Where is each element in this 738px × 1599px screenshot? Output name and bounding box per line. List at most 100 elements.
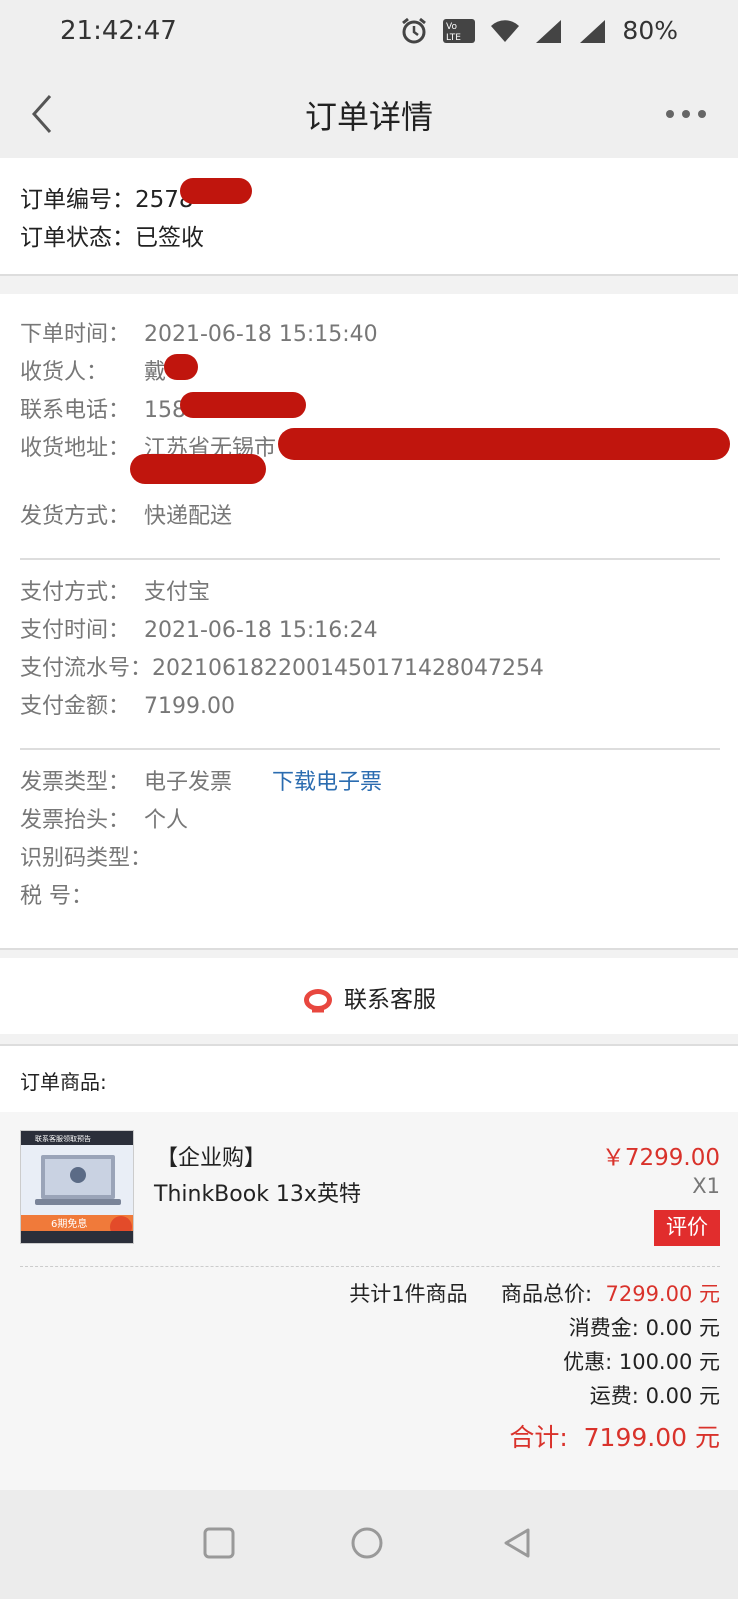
square-nav-icon[interactable] [202, 1526, 236, 1560]
pay-serial-label: 支付流水号： [20, 656, 153, 681]
headset-icon [304, 988, 332, 1012]
nav-bar: 订单详情 [0, 70, 738, 158]
battery-level: 80% [622, 16, 678, 45]
grand-total-value: 7199.00 元 [583, 1423, 720, 1452]
divider [0, 948, 738, 950]
pay-amount-row: 支付金额： 7199.00 [20, 688, 235, 720]
triangle-nav-icon[interactable] [500, 1526, 534, 1560]
pay-method-value: 支付宝 [144, 580, 211, 605]
order-detail-card: 下单时间： 2021-06-18 15:15:40 收货人：戴 联系电话： 158 … [0, 294, 738, 948]
invoice-type-row: 发票类型： 电子发票 [20, 764, 232, 796]
order-header-card: 订单编号：2578 订单状态：已签收 [0, 158, 738, 274]
signal-g-icon [580, 19, 606, 43]
product-quantity: X1 [692, 1174, 720, 1198]
goods-total-row: 共计1件商品 商品总价: 7299.00 元 [349, 1278, 720, 1308]
status-time: 21:42:47 [60, 16, 177, 46]
pay-serial-value: 2021061822001450171428047254 [152, 656, 544, 681]
pay-time-label: 支付时间： [20, 618, 131, 643]
system-nav-bar [0, 1490, 738, 1599]
product-thumbnail[interactable]: 联系客服领取预告 6期免息 [20, 1130, 134, 1244]
receiver-label: 收货人： [20, 360, 109, 385]
divider [20, 558, 720, 560]
dashed-divider [20, 1266, 720, 1267]
redaction-mark [278, 428, 730, 460]
invoice-type-label: 发票类型： [20, 770, 131, 795]
pay-time-value: 2021-06-18 15:16:24 [144, 618, 378, 643]
volte-icon: Vo LTE [443, 18, 476, 43]
idcode-row: 识别码类型： [20, 840, 152, 872]
consume-row: 消费金: 0.00 元 [569, 1312, 720, 1342]
phone-label: 联系电话： [20, 398, 131, 423]
freight-row: 运费: 0.00 元 [590, 1380, 720, 1410]
contact-service-content: 联系客服 [0, 980, 738, 1015]
goods-total-label: 商品总价: [501, 1282, 593, 1306]
page-title: 订单详情 [304, 98, 433, 136]
idcode-label: 识别码类型： [20, 846, 153, 871]
goods-header-label: 订单商品: [20, 1070, 107, 1094]
thumb-badge-text: 6期免息 [51, 1217, 87, 1230]
tax-label: 税 号： [20, 884, 93, 909]
pay-amount-label: 支付金额： [20, 694, 131, 719]
download-invoice-link[interactable]: 下载电子票 [272, 764, 382, 796]
laptop-image: 联系客服领取预告 6期免息 [21, 1131, 133, 1243]
status-icons: Vo LTE 80% [400, 16, 678, 45]
svg-text:Vo: Vo [446, 22, 457, 32]
thumb-top-text: 联系客服领取预告 [35, 1134, 91, 1143]
invoice-title-label: 发票抬头： [20, 808, 131, 833]
shipping-row: 发货方式： 快递配送 [20, 498, 232, 530]
address-label: 收货地址： [20, 436, 131, 461]
pay-method-row: 支付方式： 支付宝 [20, 574, 210, 606]
invoice-type-value: 电子发票 [144, 770, 233, 795]
pay-serial-row: 支付流水号：2021061822001450171428047254 [20, 650, 544, 682]
shipping-label: 发货方式： [20, 504, 131, 529]
invoice-title-row: 发票抬头： 个人 [20, 802, 188, 834]
svg-text:LTE: LTE [446, 33, 461, 43]
contact-service-label: 联系客服 [344, 987, 436, 1013]
discount-label: 优惠: [563, 1350, 613, 1374]
divider [20, 748, 720, 750]
pay-time-row: 支付时间： 2021-06-18 15:16:24 [20, 612, 378, 644]
redaction-mark [130, 454, 266, 484]
receiver-value: 戴 [144, 360, 167, 385]
tax-row: 税 号： [20, 878, 93, 910]
grand-total-row: 合计: 7199.00 元 [509, 1418, 720, 1454]
freight-value: 0.00 元 [645, 1384, 720, 1408]
discount-value: 100.00 元 [618, 1350, 720, 1374]
order-number-label: 订单编号： [20, 187, 135, 213]
pay-method-label: 支付方式： [20, 580, 131, 605]
order-status-row: 订单状态：已签收 [20, 218, 204, 252]
consume-label: 消费金: [568, 1316, 639, 1340]
order-time-label: 下单时间： [20, 322, 131, 347]
pay-amount-value: 7199.00 [144, 694, 235, 719]
freight-label: 运费: [589, 1384, 639, 1408]
signal-4g-icon [536, 19, 562, 43]
discount-row: 优惠: 100.00 元 [563, 1346, 720, 1376]
order-number-row: 订单编号：2578 [20, 180, 194, 214]
review-button[interactable]: 评价 [654, 1210, 720, 1246]
order-time-row: 下单时间： 2021-06-18 15:15:40 [20, 316, 378, 348]
circle-nav-icon[interactable] [350, 1526, 384, 1560]
more-icon[interactable] [664, 96, 708, 132]
invoice-title-value: 个人 [144, 808, 189, 833]
phone-row: 联系电话： 158 [20, 392, 186, 424]
redaction-mark [180, 178, 252, 204]
grand-total-label: 合计: [509, 1423, 568, 1452]
goods-count: 共计1件商品 [349, 1282, 468, 1306]
receiver-row: 收货人： 戴 [20, 354, 166, 386]
divider [0, 274, 738, 276]
wifi-icon [491, 19, 520, 42]
goods-section: 联系客服领取预告 6期免息 【企业购】 ThinkBook 13x英特 ￥729… [0, 1112, 738, 1490]
product-name-line1[interactable]: 【企业购】 [156, 1140, 266, 1172]
product-price: ￥7299.00 [601, 1145, 720, 1171]
redaction-mark [164, 354, 198, 380]
alarm-icon [402, 17, 427, 43]
order-status-value: 已签收 [135, 225, 204, 251]
redaction-mark [180, 392, 306, 418]
goods-total-value: 7299.00 元 [605, 1282, 720, 1306]
product-name-line2[interactable]: ThinkBook 13x英特 [154, 1176, 361, 1208]
shipping-value: 快递配送 [144, 504, 233, 529]
status-bar: 21:42:47 Vo LTE 80% [0, 0, 738, 70]
contact-service-button[interactable]: 联系客服 [0, 958, 738, 1034]
order-time-value: 2021-06-18 15:15:40 [144, 322, 378, 347]
goods-header: 订单商品: [0, 1046, 738, 1112]
